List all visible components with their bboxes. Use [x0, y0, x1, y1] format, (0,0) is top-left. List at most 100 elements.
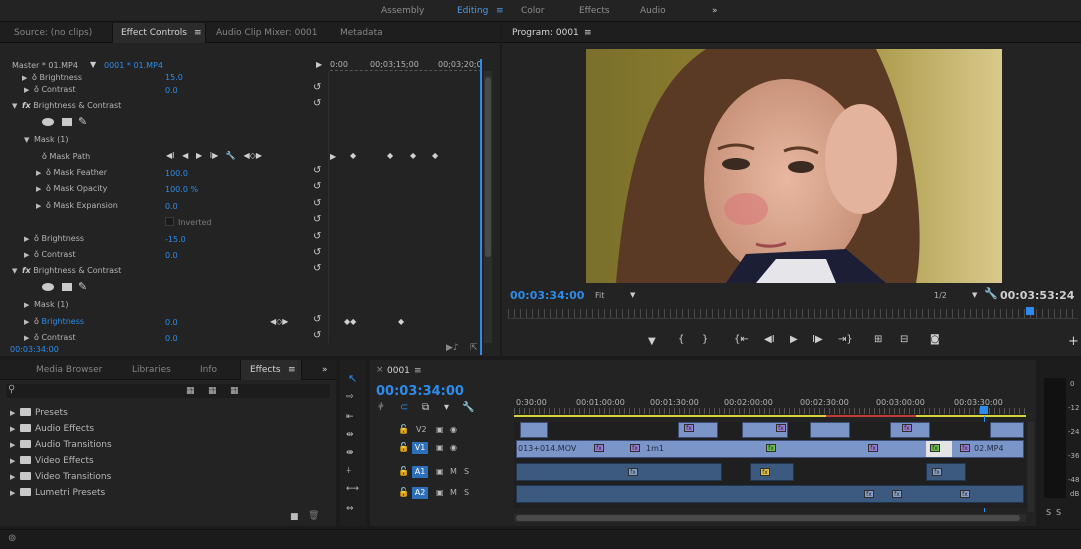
- reset-icon[interactable]: ↺: [313, 231, 321, 242]
- track-backward-icon[interactable]: ◀I: [166, 151, 175, 160]
- rate-stretch-tool-icon[interactable]: ⇼: [346, 448, 354, 458]
- row-value[interactable]: 100.0 %: [165, 185, 198, 194]
- workspace-color[interactable]: Color: [521, 6, 545, 16]
- new-bin-icon[interactable]: ■: [290, 512, 299, 522]
- chevron-down-icon[interactable]: ▼: [972, 291, 977, 299]
- clip-a2[interactable]: [516, 485, 1024, 503]
- sync-lock-icon[interactable]: ▣: [436, 425, 444, 434]
- effects-search-input[interactable]: ⚲: [6, 384, 330, 398]
- timeline-tab[interactable]: 0001: [387, 366, 410, 376]
- step-back-icon[interactable]: ◀I: [764, 334, 775, 345]
- mark-out-icon[interactable]: }: [702, 334, 708, 345]
- add-button-icon[interactable]: +: [1068, 334, 1079, 349]
- keyframe[interactable]: ◆◆: [344, 317, 356, 326]
- workspace-editing[interactable]: Editing: [457, 6, 488, 16]
- rectangle-mask-icon[interactable]: [62, 283, 72, 291]
- keyframe-nav-icon[interactable]: ◀◇▶: [244, 151, 262, 160]
- hamburger-icon[interactable]: ≡: [496, 6, 504, 16]
- mute-button[interactable]: M: [450, 488, 457, 497]
- track-name[interactable]: A1: [412, 466, 428, 478]
- effects-folder-presets[interactable]: ▶ Presets: [10, 408, 68, 418]
- tab-menu-icon[interactable]: ≡: [414, 366, 422, 376]
- go-to-out-icon[interactable]: ⇥}: [838, 334, 853, 345]
- stopwatch-icon[interactable]: ǒ: [46, 168, 51, 177]
- tab-source[interactable]: Source: (no clips): [14, 28, 92, 38]
- effects-folder-video-effects[interactable]: ▶ Video Effects: [10, 456, 94, 466]
- scroll-thumb[interactable]: [485, 77, 491, 257]
- row-value[interactable]: 0.0: [165, 86, 178, 95]
- lock-icon[interactable]: 🔓: [398, 467, 409, 477]
- reset-icon[interactable]: ↺: [313, 98, 321, 109]
- program-mini-ruler[interactable]: [508, 309, 1078, 319]
- row-value[interactable]: 100.0: [165, 169, 188, 178]
- razor-tool-icon[interactable]: ⍭: [346, 466, 351, 476]
- workspace-audio[interactable]: Audio: [640, 6, 666, 16]
- effects-folder-video-transitions[interactable]: ▶ Video Transitions: [10, 472, 111, 482]
- track-name[interactable]: V2: [416, 425, 427, 434]
- scroll-thumb[interactable]: [516, 515, 1020, 521]
- lift-icon[interactable]: ⊞: [874, 334, 882, 345]
- program-playhead[interactable]: [1026, 307, 1034, 315]
- reset-icon[interactable]: ↺: [313, 82, 321, 93]
- stopwatch-icon[interactable]: ǒ: [42, 152, 47, 161]
- workspace-assembly[interactable]: Assembly: [381, 6, 424, 16]
- clip-v2[interactable]: [990, 422, 1024, 438]
- row-value[interactable]: 0.0: [165, 318, 178, 327]
- keyframe[interactable]: ◆: [410, 151, 416, 160]
- stopwatch-icon[interactable]: ǒ: [34, 234, 39, 243]
- row-value[interactable]: 0.0: [165, 251, 178, 260]
- stopwatch-icon[interactable]: ǒ: [46, 184, 51, 193]
- workspace-more-button[interactable]: »: [712, 6, 718, 16]
- close-icon[interactable]: ×: [376, 365, 384, 375]
- selection-tool-icon[interactable]: ↖: [348, 372, 357, 385]
- snap-icon[interactable]: ⊂: [400, 402, 408, 413]
- linked-selection-icon[interactable]: ⧉: [422, 402, 429, 413]
- yuv-effects-icon[interactable]: ▦: [230, 386, 239, 396]
- fx-toggle[interactable]: fx: [22, 101, 31, 110]
- track-back-frame-icon[interactable]: ◀: [182, 151, 188, 160]
- mark-in-icon[interactable]: {: [678, 334, 684, 345]
- tab-audio-clip-mixer[interactable]: Audio Clip Mixer: 0001: [216, 28, 318, 38]
- tab-menu-icon[interactable]: ≡: [584, 28, 592, 38]
- timeline-ruler[interactable]: 0:30:00 00:01:00:00 00:01:30:00 00:02:00…: [514, 394, 1026, 418]
- ripple-edit-tool-icon[interactable]: ⇤: [346, 412, 354, 422]
- step-forward-icon[interactable]: I▶: [812, 334, 823, 345]
- mute-button[interactable]: M: [450, 467, 457, 476]
- timeline-playhead-handle[interactable]: [980, 406, 988, 414]
- track-name[interactable]: A2: [412, 487, 428, 499]
- solo-button[interactable]: S: [464, 488, 469, 497]
- meter-solo-left[interactable]: S: [1046, 508, 1051, 517]
- camera-icon[interactable]: ◙: [930, 334, 940, 345]
- keyframe[interactable]: ◆: [432, 151, 438, 160]
- ellipse-mask-icon[interactable]: [42, 283, 54, 291]
- ellipse-mask-icon[interactable]: [42, 118, 54, 126]
- stopwatch-icon[interactable]: ǒ: [46, 201, 51, 210]
- tab-info[interactable]: Info: [200, 365, 217, 375]
- track-name[interactable]: V1: [412, 442, 428, 454]
- reset-icon[interactable]: ↺: [313, 330, 321, 341]
- lock-icon[interactable]: 🔓: [398, 425, 409, 435]
- program-title[interactable]: Program: 0001: [512, 28, 579, 38]
- add-marker-icon[interactable]: ▼: [648, 336, 656, 347]
- work-area-bar[interactable]: [514, 415, 1026, 417]
- sync-lock-icon[interactable]: ▣: [436, 488, 444, 497]
- pen-mask-icon[interactable]: ✎: [78, 115, 87, 128]
- stopwatch-icon[interactable]: ǒ: [34, 250, 39, 259]
- accelerated-effects-icon[interactable]: ▦: [186, 386, 195, 396]
- keyframe-nav-icon[interactable]: ◀◇▶: [270, 317, 288, 326]
- master-clip-selector[interactable]: Master * 01.MP4: [12, 61, 78, 70]
- add-marker-icon[interactable]: ▾: [444, 402, 449, 413]
- nest-toggle-icon[interactable]: ⫩: [378, 402, 384, 413]
- eye-icon[interactable]: ◉: [450, 425, 457, 434]
- lock-icon[interactable]: 🔓: [398, 488, 409, 498]
- wrench-icon[interactable]: 🔧: [226, 151, 236, 160]
- effects-folder-lumetri-presets[interactable]: ▶ Lumetri Presets: [10, 488, 105, 498]
- keyframe[interactable]: ◆: [350, 151, 356, 160]
- stopwatch-icon[interactable]: ǒ: [34, 85, 39, 94]
- clip-v2[interactable]: [810, 422, 850, 438]
- row-value[interactable]: 0.0: [165, 202, 178, 211]
- chevron-down-icon[interactable]: ▼: [630, 291, 635, 299]
- link-icon[interactable]: ⊚: [8, 533, 16, 544]
- inverted-checkbox[interactable]: [165, 217, 174, 226]
- sync-lock-icon[interactable]: ▣: [436, 467, 444, 476]
